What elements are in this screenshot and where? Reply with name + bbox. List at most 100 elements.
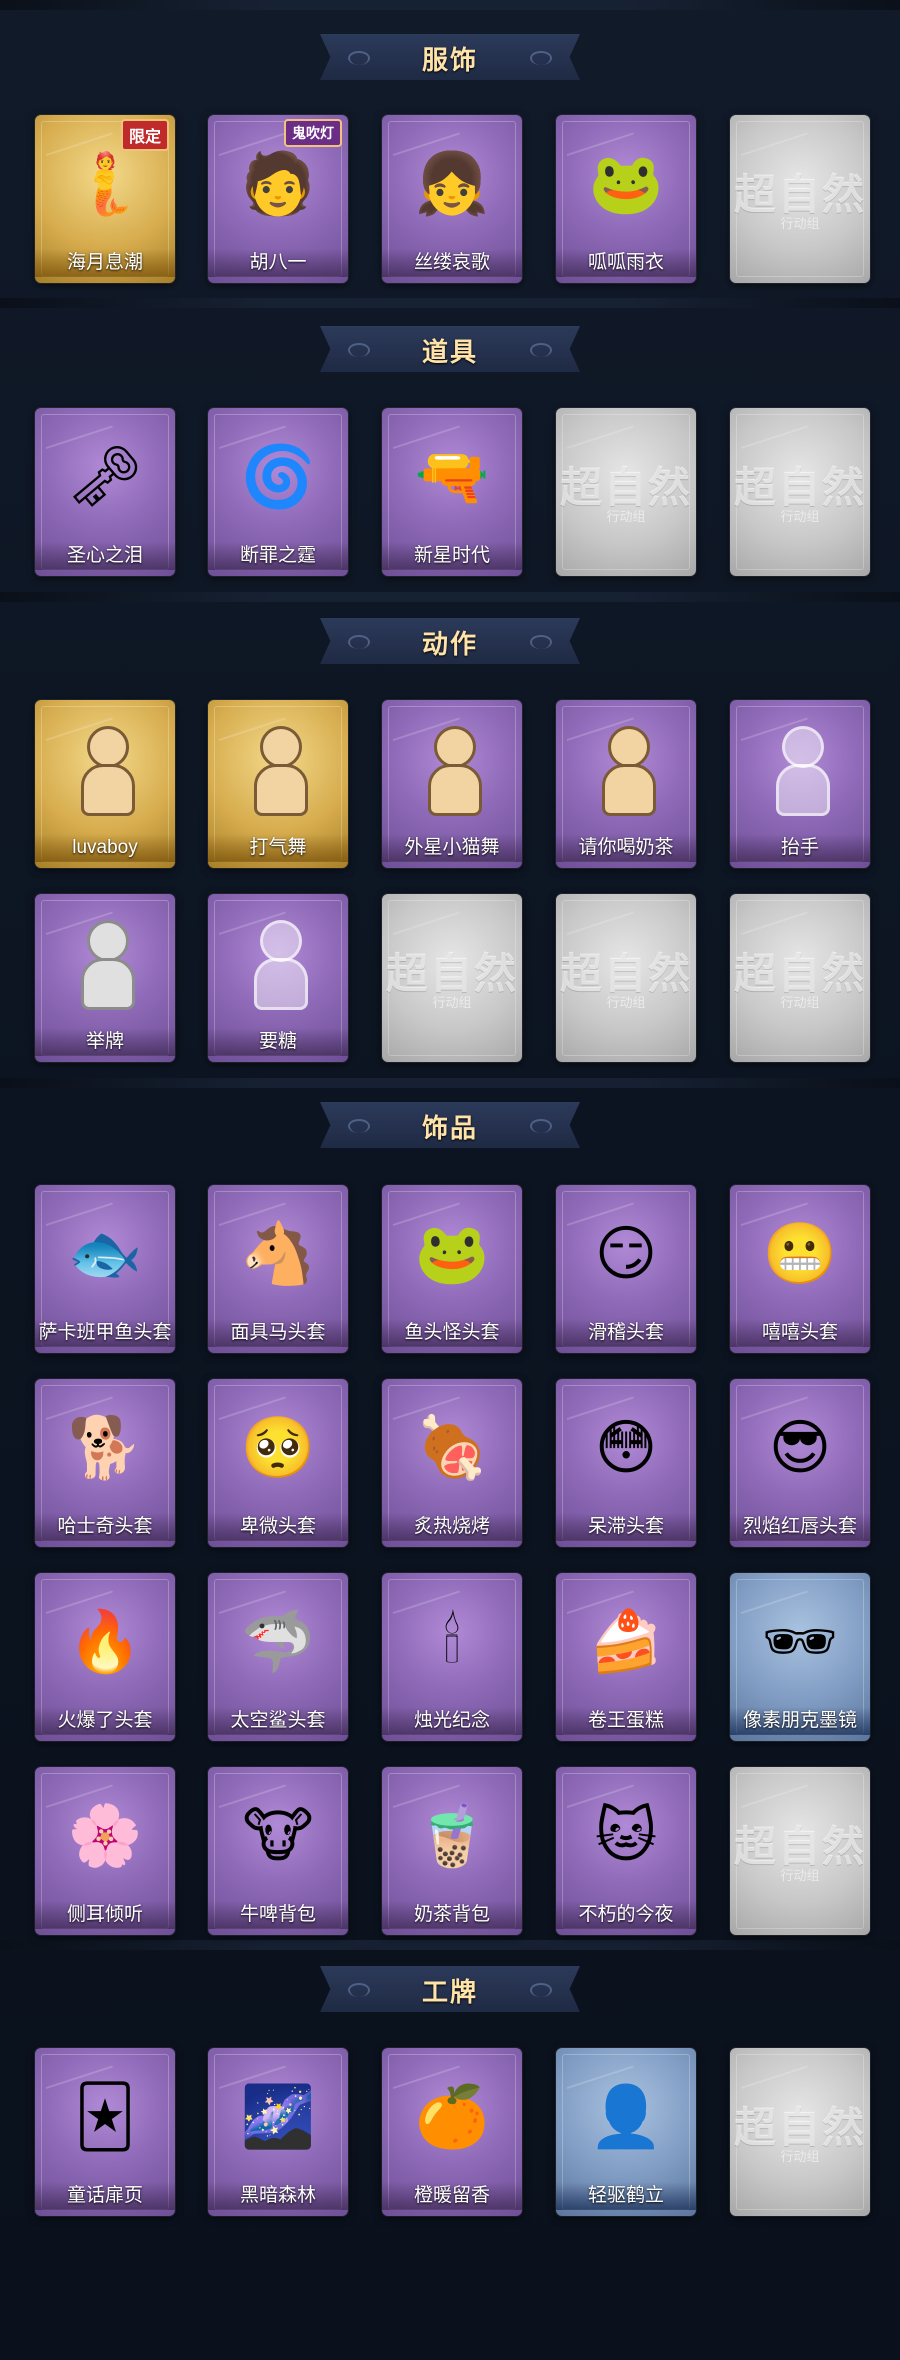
item-card[interactable]: 🌸 侧耳倾听 [35,1767,175,1935]
placeholder-subtitle: 行动组 [780,1868,820,1883]
item-card[interactable]: 要糖 [208,894,348,1062]
item-card[interactable]: 😎 烈焰红唇头套 [730,1379,870,1547]
item-card[interactable]: 😳 呆滞头套 [556,1379,696,1547]
item-card[interactable]: 👧 丝缕哀歌 [382,115,522,283]
locked-item-card[interactable]: 超自然 行动组 [730,115,870,283]
reward-gallery: 服饰 🧜 限定 海月息潮 🧑 鬼吹灯 胡八一 👧 丝缕哀歌 🐸 呱呱雨衣 超自然 行动组 道具 🗝 圣心之泪 🌀… [0,0,900,2360]
green-fish-mask-icon: 🐸 [414,1219,490,1289]
figure-body [254,958,308,1010]
item-label: 卑微头套 [208,1513,348,1541]
item-card[interactable]: 👤 轻驱鹤立 [556,2048,696,2216]
item-card[interactable]: 🧑 鬼吹灯 胡八一 [208,115,348,283]
dance-pose-icon [71,726,139,816]
item-card[interactable]: 🧜 限定海月息潮 [35,115,175,283]
flower-earring-icon: 🌸 [67,1801,143,1871]
item-card[interactable]: luvaboy [35,700,175,868]
item-card[interactable]: 😏 滑稽头套 [556,1185,696,1353]
humble-face-mask-icon: 🥺 [240,1413,316,1483]
item-label: 卷王蛋糕 [556,1707,696,1735]
item-card[interactable]: 🐟 萨卡班甲鱼头套 [35,1185,175,1353]
item-label: 像素朋克墨镜 [730,1707,870,1735]
limited-badge: 限定 [120,119,169,151]
section-title: 饰品 [421,1114,478,1144]
locked-item-card[interactable]: 超自然 行动组 [556,894,696,1062]
item-card[interactable]: 抬手 [730,700,870,868]
item-card[interactable]: 🔥 火爆了头套 [35,1573,175,1741]
item-card[interactable]: 🕯 烛光纪念 [382,1573,522,1741]
item-card[interactable]: 🕶 像素朋克墨镜 [730,1573,870,1741]
item-label: 鱼头怪头套 [382,1319,522,1347]
item-label: 举牌 [35,1028,175,1056]
item-card[interactable]: 打气舞 [208,700,348,868]
item-label: 打气舞 [208,834,348,862]
item-card[interactable]: 🐴 面具马头套 [208,1185,348,1353]
item-card[interactable]: 🍊 橙暖留香 [382,2048,522,2216]
item-label: 萨卡班甲鱼头套 [35,1319,175,1347]
item-label: 侧耳倾听 [35,1901,175,1929]
frog-raincoat-girl-icon: 🐸 [588,149,664,219]
figure-body [254,764,308,816]
yellow-mouse-mask-icon: 😎 [768,1413,832,1483]
item-label: 海月息潮 [35,249,175,277]
figure-head [608,726,650,768]
item-card[interactable]: 🌌 黑暗森林 [208,2048,348,2216]
locked-item-card[interactable]: 超自然 行动组 [730,408,870,576]
item-label: 断罪之霆 [208,542,348,570]
locked-item-card[interactable]: 超自然 行动组 [730,894,870,1062]
locked-item-card[interactable]: 超自然 行动组 [556,408,696,576]
section-divider [0,1940,900,1950]
item-card[interactable]: 🗝 圣心之泪 [35,408,175,576]
item-card[interactable]: 🥺 卑微头套 [208,1379,348,1547]
locked-item-card[interactable]: 超自然 行动组 [730,1767,870,1935]
roll-cake-icon: 🍰 [588,1607,664,1677]
item-card[interactable]: 🍰 卷王蛋糕 [556,1573,696,1741]
figure-head [434,726,476,768]
pink-cat-ornament-icon: 🐱 [594,1801,658,1871]
galaxy-card-icon: 🌌 [240,2082,316,2152]
placeholder-subtitle: 行动组 [780,509,820,524]
item-card[interactable]: 🐸 鱼头怪头套 [382,1185,522,1353]
placeholder-subtitle: 行动组 [780,2149,820,2164]
item-card[interactable]: 😬 嘻嘻头套 [730,1185,870,1353]
item-label: 炙热烧烤 [382,1513,522,1541]
item-label: 请你喝奶茶 [556,834,696,862]
item-label: 太空鲨头套 [208,1707,348,1735]
figure-head [260,726,302,768]
figure-body [428,764,482,816]
figure-head [260,920,302,962]
item-card[interactable]: 🐱 不朽的今夜 [556,1767,696,1935]
grin-face-mask-icon: 😬 [762,1219,838,1289]
locked-item-card[interactable]: 超自然 行动组 [382,894,522,1062]
item-label: 火爆了头套 [35,1707,175,1735]
item-card[interactable]: 🍖 炙热烧烤 [382,1379,522,1547]
figure-body [776,764,830,816]
item-card[interactable]: 🧋 奶茶背包 [382,1767,522,1935]
item-card[interactable]: 🐕 哈士奇头套 [35,1379,175,1547]
placeholder-subtitle: 行动组 [606,509,646,524]
item-card[interactable]: 🐮 牛啤背包 [208,1767,348,1935]
item-card[interactable]: 🃏 童话扉页 [35,2048,175,2216]
section-divider [0,0,900,10]
section-title: 道具 [421,338,478,368]
item-card[interactable]: 外星小猫舞 [382,700,522,868]
item-label: 要糖 [208,1028,348,1056]
fire-head-mask-icon: 🔥 [67,1607,143,1677]
item-card[interactable]: 举牌 [35,894,175,1062]
item-label: 橙暖留香 [382,2182,522,2210]
item-card[interactable]: 🔫 新星时代 [382,408,522,576]
gothic-girl-portrait-icon: 👧 [414,149,490,219]
dazed-face-mask-icon: 😳 [594,1413,658,1483]
silhouette-card-icon: 👤 [588,2082,664,2152]
section-header: 动作 [0,614,900,668]
item-label: 胡八一 [208,249,348,277]
item-label: 黑暗森林 [208,2182,348,2210]
item-card[interactable]: 🦈 太空鲨头套 [208,1573,348,1741]
sea-goddess-portrait-icon: 🧜 [67,149,143,219]
item-card[interactable]: 🌀 断罪之霆 [208,408,348,576]
locked-item-card[interactable]: 超自然 行动组 [730,2048,870,2216]
item-label: 面具马头套 [208,1319,348,1347]
item-card[interactable]: 请你喝奶茶 [556,700,696,868]
item-card[interactable]: 🐸 呱呱雨衣 [556,115,696,283]
candle-head-icon: 🕯 [443,1607,461,1677]
collab-badge: 鬼吹灯 [284,119,342,147]
